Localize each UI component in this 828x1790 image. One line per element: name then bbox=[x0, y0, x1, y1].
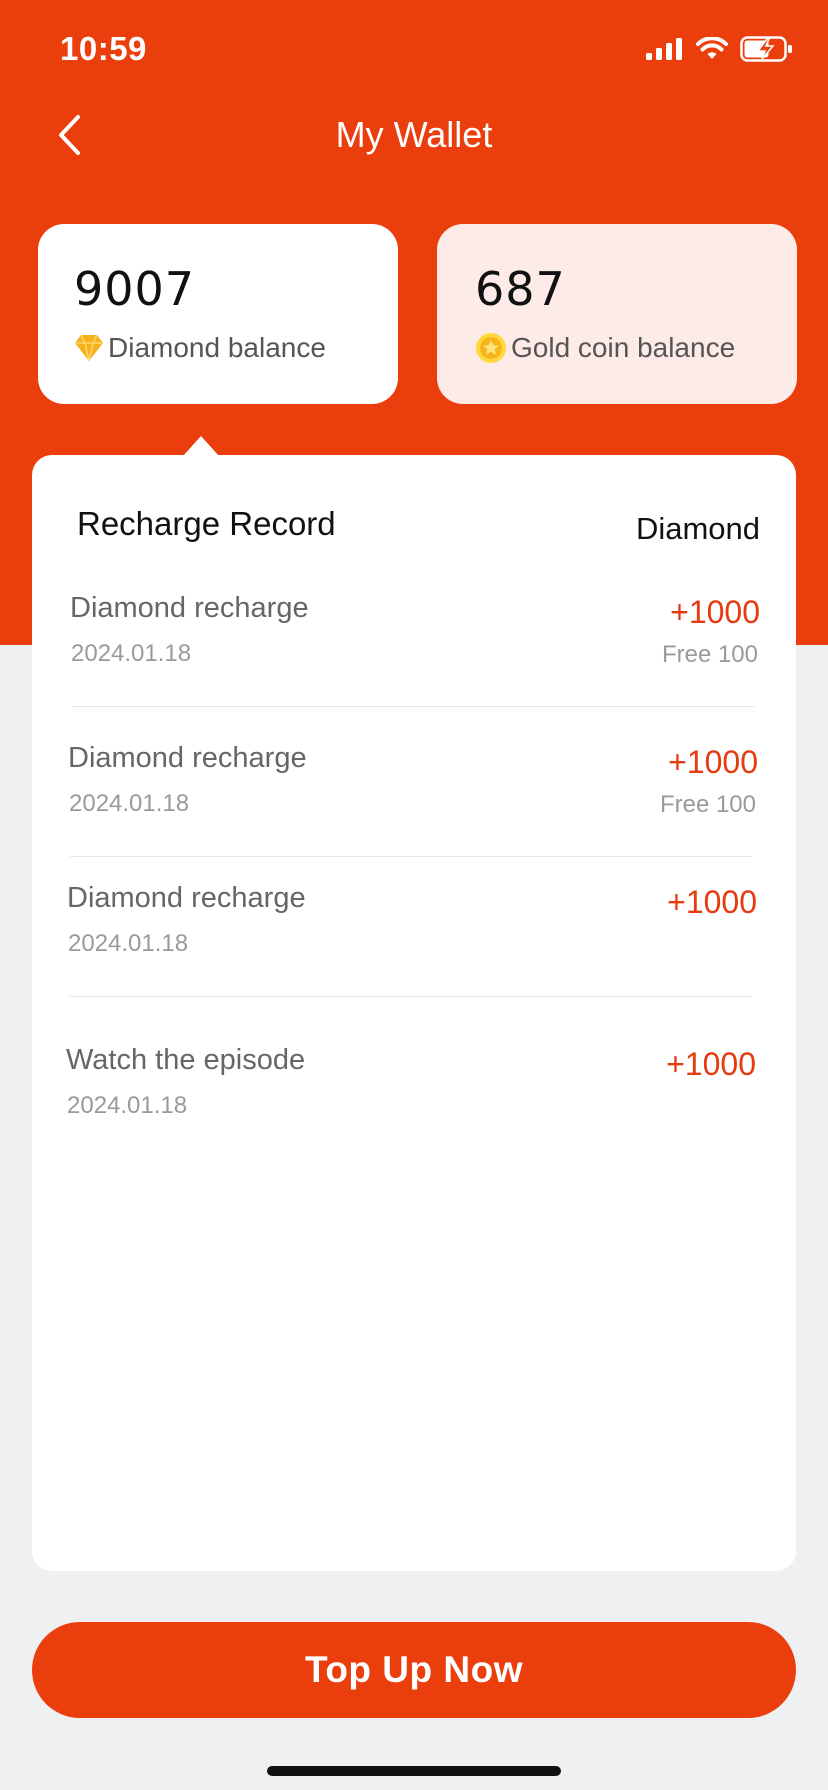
record-amount: +1000 bbox=[670, 594, 760, 630]
record-date: 2024.01.18 bbox=[71, 640, 192, 667]
divider bbox=[69, 996, 751, 997]
record-date: 2024.01.18 bbox=[69, 790, 190, 817]
gold-balance-label-row: Gold coin balance bbox=[475, 332, 797, 364]
diamond-balance-card[interactable]: 9007 Diamond balance bbox=[38, 224, 398, 404]
divider bbox=[70, 856, 752, 857]
record-amount: +1000 bbox=[666, 1046, 756, 1082]
diamond-balance-value: 9007 bbox=[74, 262, 196, 316]
record-amount: +1000 bbox=[667, 884, 757, 920]
home-indicator bbox=[267, 1766, 561, 1776]
record-bonus: Free 100 bbox=[661, 641, 758, 668]
record-date: 2024.01.18 bbox=[67, 1092, 188, 1119]
record-date: 2024.01.18 bbox=[68, 930, 189, 957]
record-title: Diamond recharge bbox=[68, 742, 307, 774]
record-title: Diamond recharge bbox=[67, 882, 306, 914]
record-filter[interactable]: Diamond bbox=[636, 511, 760, 547]
signal-icon bbox=[646, 38, 682, 60]
nav-bar: My Wallet bbox=[0, 100, 828, 170]
recharge-record-panel: Recharge Record Diamond Diamond recharge… bbox=[32, 455, 796, 1571]
top-up-now-button[interactable]: Top Up Now bbox=[32, 1622, 796, 1718]
diamond-balance-label-row: Diamond balance bbox=[74, 332, 398, 364]
page-title: My Wallet bbox=[335, 114, 493, 155]
selected-card-indicator bbox=[183, 436, 219, 456]
wifi-icon bbox=[696, 37, 728, 59]
record-heading: Recharge Record bbox=[77, 505, 336, 542]
diamond-balance-label: Diamond balance bbox=[108, 332, 326, 363]
record-bonus: Free 100 bbox=[659, 791, 756, 818]
gold-balance-label: Gold coin balance bbox=[511, 332, 736, 363]
battery-charging-icon bbox=[740, 36, 792, 62]
record-amount: +1000 bbox=[668, 744, 758, 780]
status-time: 10:59 bbox=[60, 30, 147, 67]
gold-coin-icon bbox=[476, 333, 506, 363]
status-icons bbox=[646, 36, 794, 62]
record-title: Watch the episode bbox=[66, 1044, 306, 1076]
gold-balance-card[interactable]: 687 Gold coin balance bbox=[437, 224, 797, 404]
record-title: Diamond recharge bbox=[70, 592, 309, 624]
divider bbox=[72, 706, 754, 707]
gold-balance-value: 687 bbox=[475, 262, 566, 316]
diamond-icon bbox=[75, 334, 103, 362]
status-bar: 10:59 bbox=[0, 0, 828, 100]
